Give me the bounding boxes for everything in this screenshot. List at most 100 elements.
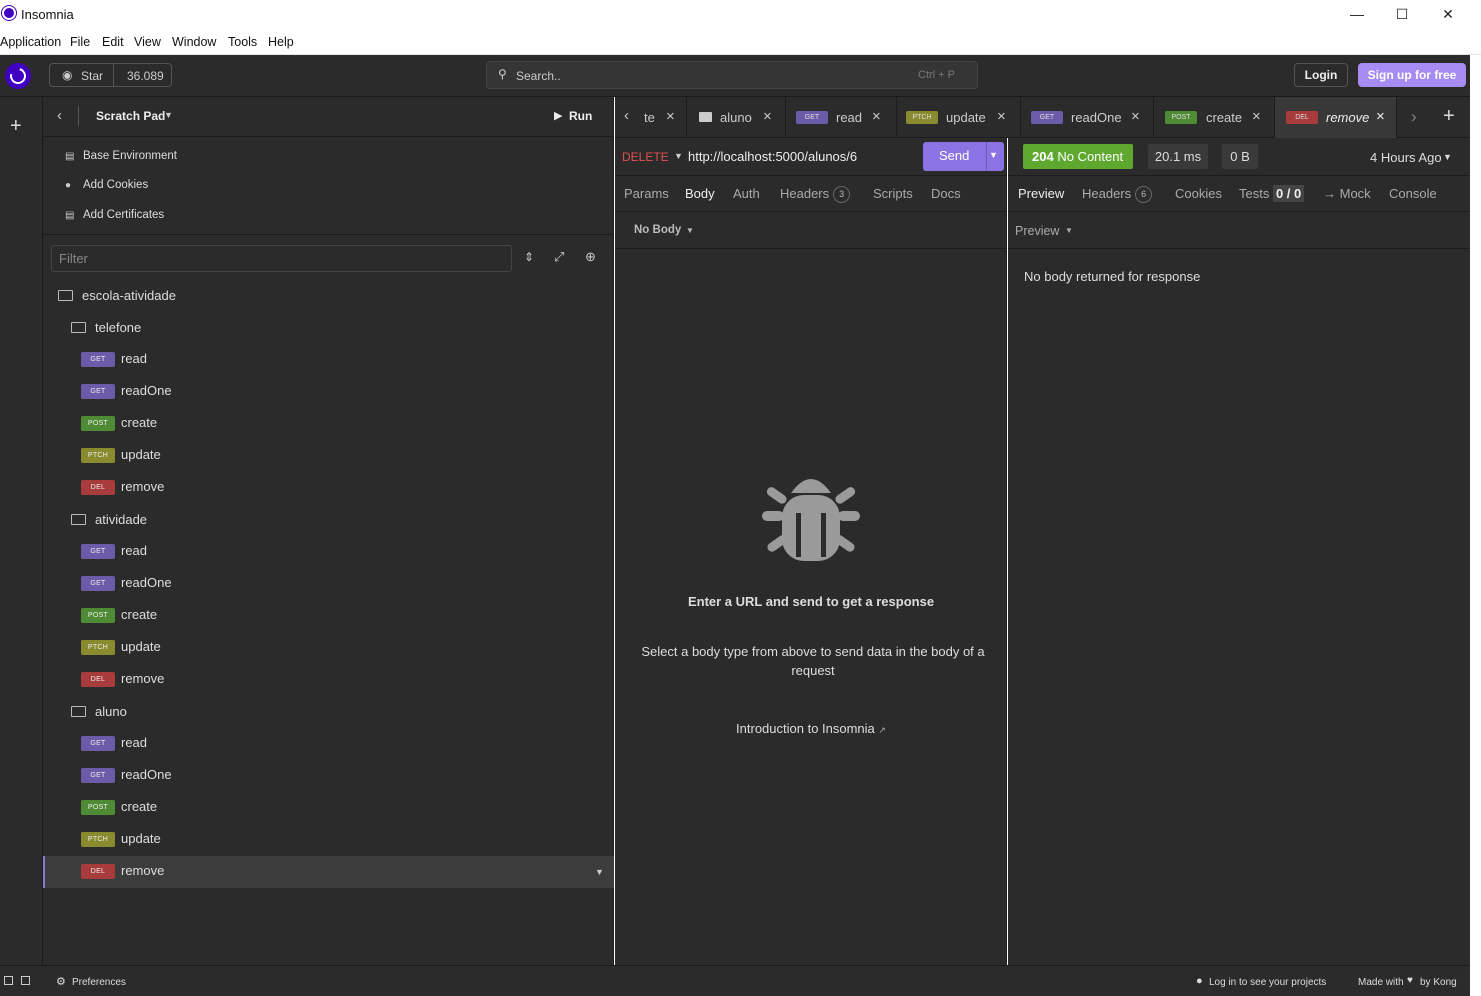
intro-link[interactable]: Introduction to Insomnia ↗ (615, 721, 1007, 736)
login-button[interactable]: Login (1294, 63, 1348, 87)
by-kong-label[interactable]: by Kong (1420, 977, 1457, 988)
run-button[interactable]: Run (569, 109, 592, 123)
tab-remove[interactable]: DEL remove × (1275, 97, 1397, 138)
sort-icon[interactable]: ⇕ (524, 250, 534, 264)
chevron-down-icon[interactable]: ▼ (595, 867, 604, 877)
request-item[interactable]: GET readOne (43, 760, 614, 792)
add-icon[interactable]: + (10, 115, 22, 138)
send-button[interactable]: Send ▼ (923, 142, 1004, 171)
request-item[interactable]: GET read (43, 344, 614, 376)
tab-mock[interactable]: → Mock (1323, 186, 1371, 201)
tab-scripts[interactable]: Scripts (873, 186, 913, 201)
chevron-right-icon[interactable]: › (1411, 107, 1417, 127)
close-icon[interactable]: × (872, 108, 881, 125)
signup-button[interactable]: Sign up for free (1358, 63, 1466, 87)
add-cookies-link[interactable]: ● Add Cookies (65, 179, 148, 191)
collection-folder[interactable]: escola-atividade (43, 280, 614, 312)
request-item[interactable]: PTCH update (43, 632, 614, 664)
tab-read[interactable]: GET read × (786, 97, 897, 138)
folder-atividade[interactable]: atividade (43, 504, 614, 536)
request-item[interactable]: PTCH update (43, 440, 614, 472)
menu-help[interactable]: Help (268, 35, 294, 49)
tab-aluno[interactable]: aluno × (687, 97, 786, 138)
play-icon[interactable]: ▶ (554, 109, 562, 122)
tab-auth[interactable]: Auth (733, 186, 760, 201)
request-item[interactable]: DEL remove (43, 664, 614, 696)
menu-file[interactable]: File (70, 35, 90, 49)
close-icon[interactable]: × (763, 108, 772, 125)
close-icon[interactable]: × (1252, 108, 1261, 125)
search-input[interactable]: ⚲ Search.. Ctrl + P (486, 61, 978, 89)
add-circle-icon[interactable]: ⊕ (585, 249, 596, 265)
tab-update[interactable]: PTCH update × (897, 97, 1021, 138)
chevron-down-icon[interactable]: ▼ (686, 226, 694, 235)
preferences-button[interactable]: Preferences (72, 977, 126, 988)
tab-response-headers[interactable]: Headers 6 (1082, 186, 1153, 203)
tab-tests[interactable]: Tests 0 / 0 (1239, 185, 1305, 202)
url-input[interactable]: http://localhost:5000/alunos/6 (688, 149, 857, 164)
tab-body[interactable]: Body (685, 186, 715, 201)
toggle-panel-icon[interactable] (21, 976, 30, 985)
close-icon[interactable]: × (1131, 108, 1140, 125)
request-item[interactable]: POST create (43, 408, 614, 440)
request-item[interactable]: GET readOne (43, 568, 614, 600)
chevron-down-icon[interactable]: ▼ (1443, 152, 1452, 162)
insomnia-logo-icon[interactable] (5, 63, 31, 89)
response-history[interactable]: 4 Hours Ago (1370, 150, 1442, 165)
tab-label: read (836, 110, 863, 125)
preview-mode-select[interactable]: Preview (1015, 224, 1059, 238)
chevron-left-icon[interactable]: ‹ (624, 107, 629, 124)
filter-input[interactable]: Filter (51, 245, 512, 272)
expand-icon[interactable]: ⤢ (554, 249, 564, 265)
chevron-down-icon[interactable]: ▼ (164, 110, 173, 120)
request-item-selected[interactable]: DEL remove ▼ (43, 856, 614, 888)
close-window-icon[interactable]: ✕ (1433, 4, 1463, 24)
request-item[interactable]: GET read (43, 536, 614, 568)
menu-view[interactable]: View (134, 35, 161, 49)
window-title: Insomnia (21, 7, 74, 22)
tab-docs[interactable]: Docs (931, 186, 961, 201)
tab-readone[interactable]: GET readOne × (1021, 97, 1154, 138)
close-icon[interactable]: × (1376, 108, 1385, 125)
chevron-down-icon[interactable]: ▼ (989, 150, 998, 160)
chevron-down-icon[interactable]: ▼ (1065, 226, 1073, 235)
request-item[interactable]: POST create (43, 792, 614, 824)
request-item[interactable]: POST create (43, 600, 614, 632)
menu-window[interactable]: Window (172, 35, 216, 49)
method-badge: DEL (1286, 111, 1318, 124)
tab-console[interactable]: Console (1389, 186, 1437, 201)
workspace-title[interactable]: Scratch Pad (96, 109, 165, 123)
minimize-icon[interactable]: — (1342, 4, 1372, 24)
method-select[interactable]: DELETE (622, 150, 669, 164)
close-icon[interactable]: × (666, 108, 675, 125)
tab-create[interactable]: POST create × (1154, 97, 1275, 138)
base-environment-link[interactable]: ▤ Base Environment (65, 150, 177, 162)
menu-application[interactable]: Application (0, 35, 61, 49)
method-badge: POST (1165, 111, 1197, 124)
folder-aluno[interactable]: aluno (43, 696, 614, 728)
tab-label: aluno (720, 110, 752, 125)
body-type-select[interactable]: No Body (634, 224, 681, 236)
gear-icon[interactable]: ⚙ (56, 975, 66, 988)
toggle-sidebar-icon[interactable] (4, 976, 13, 985)
github-star-button[interactable]: ◉ Star 36.089 (49, 63, 172, 87)
request-item[interactable]: GET readOne (43, 376, 614, 408)
tab-params[interactable]: Params (624, 186, 669, 201)
request-item[interactable]: GET read (43, 728, 614, 760)
tab-preview[interactable]: Preview (1018, 186, 1064, 201)
new-tab-icon[interactable]: + (1443, 105, 1455, 128)
menu-tools[interactable]: Tools (228, 35, 257, 49)
tab-cookies[interactable]: Cookies (1175, 186, 1222, 201)
chevron-down-icon[interactable]: ▼ (674, 151, 683, 161)
login-message[interactable]: Log in to see your projects (1209, 977, 1326, 988)
maximize-icon[interactable]: ☐ (1387, 4, 1417, 24)
tab-partial[interactable]: ‹ te × (615, 97, 687, 138)
menu-edit[interactable]: Edit (102, 35, 124, 49)
add-certificates-link[interactable]: ▤ Add Certificates (65, 209, 164, 221)
request-item[interactable]: DEL remove (43, 472, 614, 504)
folder-telefone[interactable]: telefone (43, 312, 614, 344)
tab-headers[interactable]: Headers 3 (780, 186, 851, 203)
close-icon[interactable]: × (997, 108, 1006, 125)
request-item[interactable]: PTCH update (43, 824, 614, 856)
back-icon[interactable]: ‹ (57, 107, 62, 124)
